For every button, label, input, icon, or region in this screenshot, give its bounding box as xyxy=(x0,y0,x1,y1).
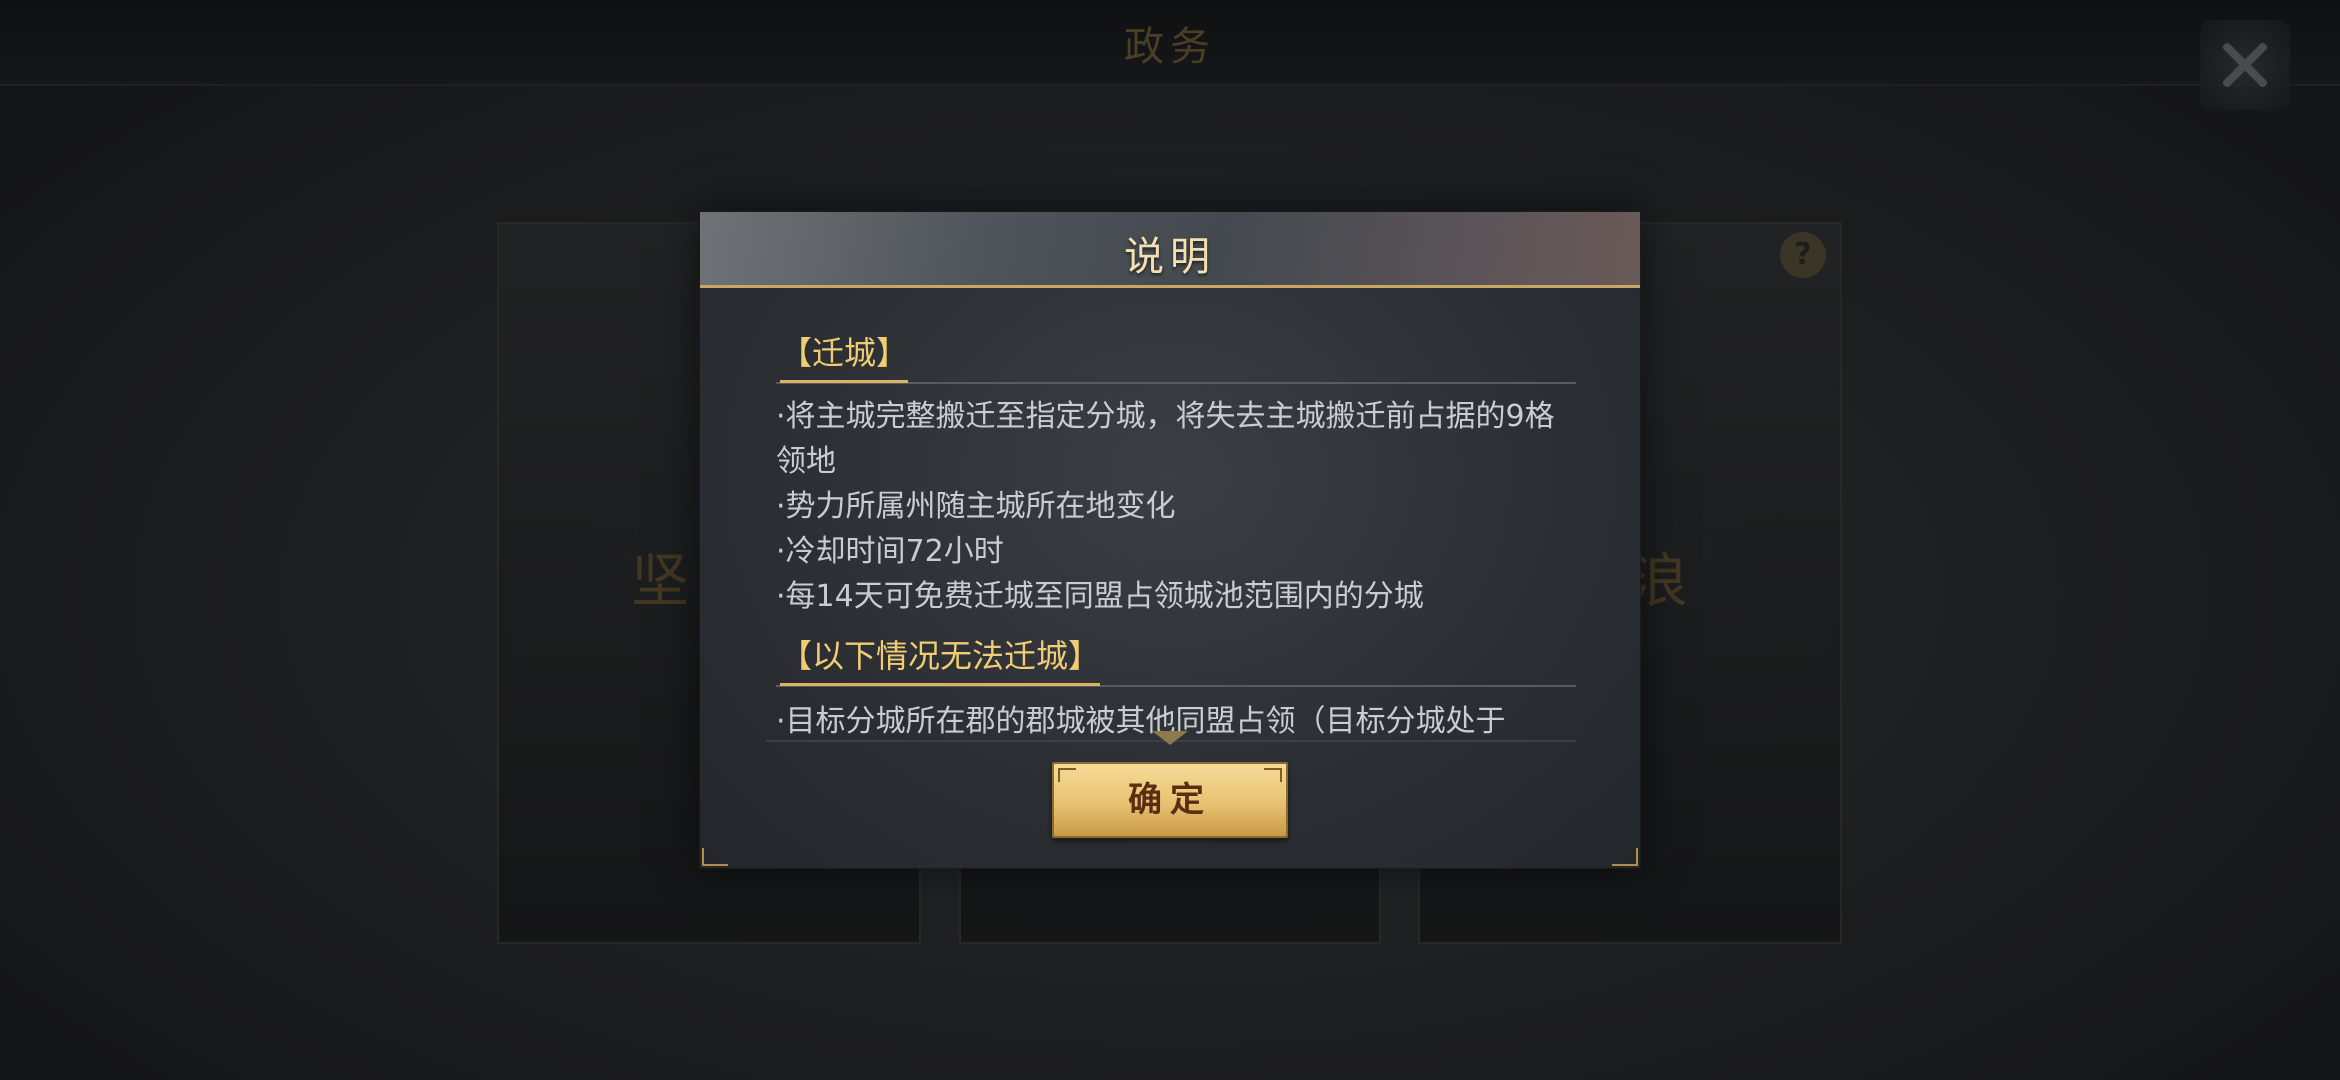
info-dialog: 说明 【迁城】 ·将主城完整搬迁至指定分城，将失去主城搬迁前占据的9格领地 ·势… xyxy=(699,211,1641,869)
help-icon[interactable]: ? xyxy=(1780,232,1826,278)
scroll-down-icon xyxy=(1152,731,1188,745)
rule-line: ·冷却时间72小时 xyxy=(776,534,1004,569)
confirm-button[interactable]: 确定 xyxy=(1052,762,1288,838)
dialog-title: 说明 xyxy=(1124,234,1216,280)
rule-line: ·势力所属州随主城所在地变化 xyxy=(776,489,1176,524)
section-restrictions: 【以下情况无法迁城】 ·目标分城所在郡的郡城被其他同盟占领（目标分城处于 xyxy=(776,627,1576,744)
page-title: 政务 xyxy=(1124,24,1216,70)
dialog-header: 说明 xyxy=(700,212,1640,288)
corner-ornament xyxy=(702,848,728,866)
section-heading-label: 【迁城】 xyxy=(780,328,909,383)
section-heading-label: 【以下情况无法迁城】 xyxy=(780,631,1101,686)
section-heading: 【以下情况无法迁城】 xyxy=(776,627,1576,687)
corner-ornament xyxy=(1058,768,1076,782)
section-heading: 【迁城】 xyxy=(776,324,1576,384)
top-bar: 政务 xyxy=(0,0,2340,86)
rule-line: ·每14天可免费迁城至同盟占领城池范围内的分城 xyxy=(776,579,1424,614)
section-relocate: 【迁城】 ·将主城完整搬迁至指定分城，将失去主城搬迁前占据的9格领地 ·势力所属… xyxy=(776,324,1576,619)
rule-line: ·将主城完整搬迁至指定分城，将失去主城搬迁前占据的9格领地 xyxy=(776,399,1555,479)
corner-ornament xyxy=(1612,848,1638,866)
confirm-button-label: 确定 xyxy=(1128,780,1212,820)
corner-ornament xyxy=(1264,768,1282,782)
dialog-scroll-area[interactable]: 【迁城】 ·将主城完整搬迁至指定分城，将失去主城搬迁前占据的9格领地 ·势力所属… xyxy=(776,324,1576,950)
close-icon[interactable] xyxy=(2200,20,2290,110)
game-screen: 政务 坚守 流浪 ? 说明 【迁城】 ·将主城完整搬迁至指定分城，将失去主城搬迁… xyxy=(0,0,2340,1080)
